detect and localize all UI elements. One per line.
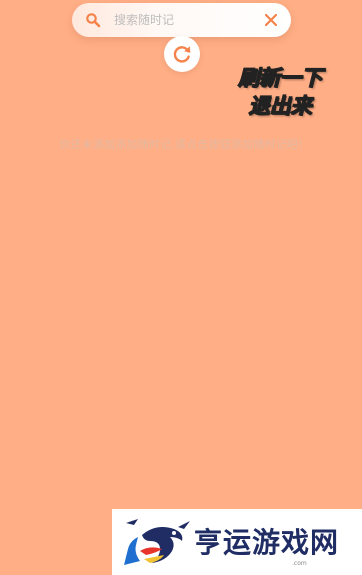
annotation-line-2: 退出来	[248, 93, 312, 118]
refresh-annotation: 刷新一下 退出来	[222, 64, 338, 120]
watermark: 亨运游戏网 .com	[112, 509, 362, 575]
close-icon[interactable]	[263, 12, 279, 28]
search-icon	[85, 12, 101, 28]
watermark-domain: .com	[292, 560, 307, 567]
watermark-brand: 亨运游戏网	[194, 526, 340, 559]
search-input[interactable]	[114, 10, 254, 30]
annotation-line-1: 刷新一下	[237, 65, 322, 90]
search-bar[interactable]	[72, 3, 291, 37]
refresh-button[interactable]	[164, 36, 200, 72]
dragon-logo-icon	[116, 515, 194, 575]
empty-state-message: 你还未添加添加随时记,请点击按钮添加随时记吧!	[59, 138, 303, 151]
